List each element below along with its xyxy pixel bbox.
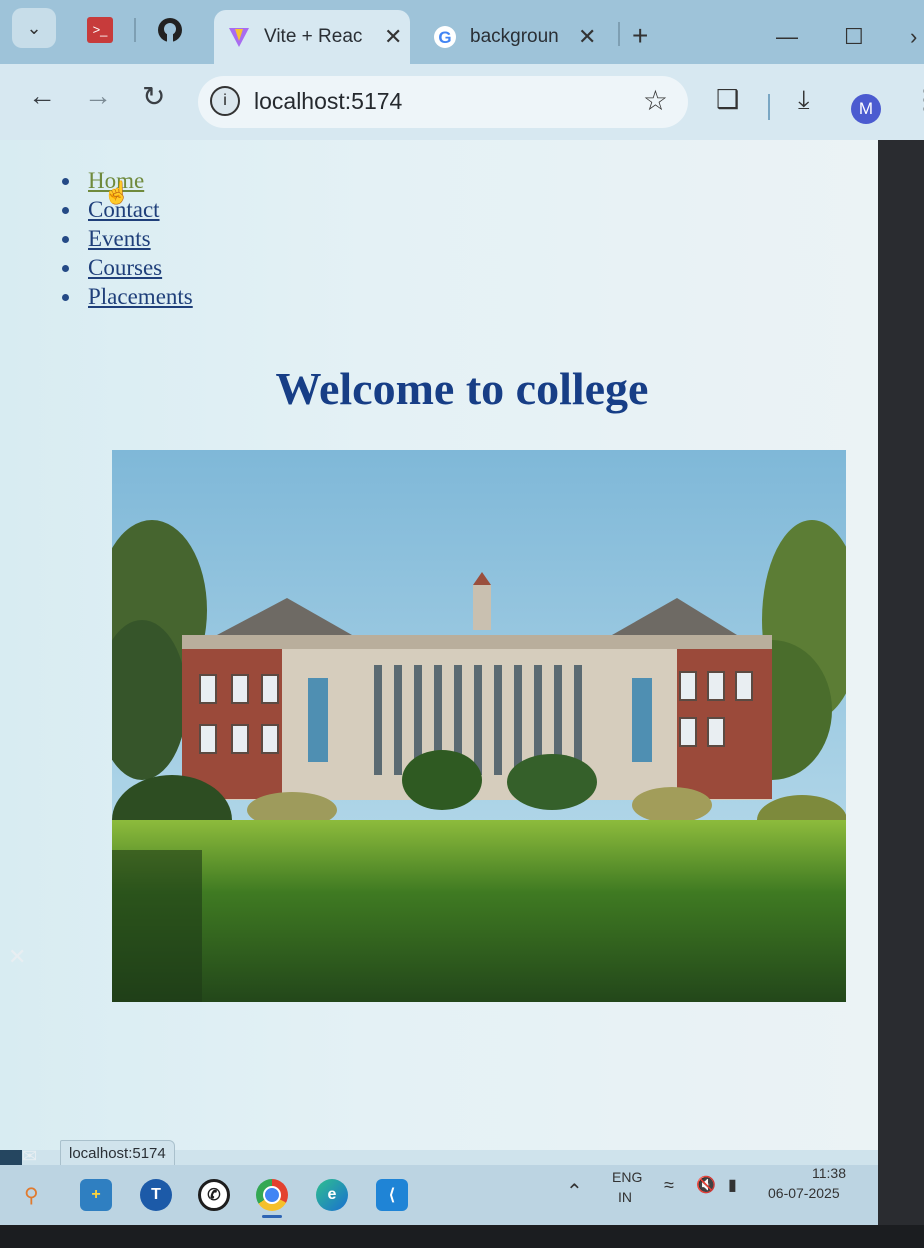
hand-cursor-icon: ☝: [103, 180, 131, 205]
wifi-icon[interactable]: ≈: [664, 1175, 674, 1196]
divider: [618, 22, 620, 46]
page-viewport: Home Contact Events Courses Placements ☝…: [0, 140, 924, 1150]
close-icon[interactable]: ✕: [384, 24, 402, 50]
battery-icon[interactable]: ▮: [728, 1175, 737, 1195]
profile-avatar[interactable]: M: [851, 94, 881, 124]
tab-strip: ⌄ >_ Vite + Reac ✕ G backgroun ✕ + — ☐ ›: [0, 0, 924, 64]
divider: [768, 94, 770, 120]
monitor-bezel-right: [878, 140, 924, 1240]
close-window-icon[interactable]: ›: [910, 24, 917, 50]
tab-vite-react[interactable]: Vite + Reac ✕: [214, 10, 410, 64]
menu-icon[interactable]: ⋮: [912, 84, 924, 115]
chevron-down-icon: ⌄: [26, 17, 42, 38]
github-icon: [158, 18, 182, 42]
nav-link-placements[interactable]: Placements: [88, 284, 193, 309]
vite-icon: [226, 24, 252, 50]
github-pinned-tab[interactable]: [150, 12, 190, 48]
forward-arrow-icon[interactable]: →: [84, 80, 112, 112]
new-tab-button[interactable]: +: [632, 20, 648, 52]
tab-title: Vite + Reac: [264, 26, 363, 47]
page-title: Welcome to college: [275, 363, 649, 414]
nav-item-courses: Courses: [60, 253, 193, 282]
screen: ⌄ >_ Vite + Reac ✕ G backgroun ✕ + — ☐ ›: [0, 0, 924, 1225]
monitor-bezel-bottom: [0, 1225, 924, 1248]
nav-item-placements: Placements: [60, 282, 193, 311]
chrome-icon[interactable]: [256, 1179, 288, 1211]
address-bar[interactable]: i localhost:5174 ☆: [198, 76, 688, 128]
address-url[interactable]: localhost:5174: [254, 88, 402, 115]
google-icon: G: [432, 24, 458, 50]
tab-title: backgroun: [470, 26, 559, 47]
close-icon[interactable]: ✕: [8, 944, 26, 970]
app-icon[interactable]: +: [80, 1179, 112, 1211]
maximize-icon[interactable]: ☐: [844, 24, 864, 50]
app-icon[interactable]: T: [140, 1179, 172, 1211]
clock-date[interactable]: 06-07-2025: [768, 1185, 840, 1201]
volume-muted-icon[interactable]: 🔇: [696, 1175, 716, 1195]
download-icon[interactable]: ⤓: [798, 84, 810, 116]
edge-icon[interactable]: e: [316, 1179, 348, 1211]
tab-search-button[interactable]: ⌄: [12, 8, 56, 48]
terminal-tab-group[interactable]: >_: [80, 12, 120, 48]
svg-text:G: G: [438, 28, 451, 47]
clock-time[interactable]: 11:38: [812, 1165, 846, 1181]
browser-toolbar: ← → ↻ i localhost:5174 ☆ ❑ ⤓ ⋮: [0, 64, 924, 140]
back-arrow-icon[interactable]: ←: [28, 80, 56, 112]
college-building-image: [112, 450, 846, 1002]
nav-link-courses[interactable]: Courses: [88, 255, 162, 280]
extensions-icon[interactable]: ❑: [716, 84, 739, 115]
tab-background[interactable]: G backgroun ✕: [420, 10, 620, 64]
star-icon[interactable]: ☆: [643, 84, 668, 117]
nav-item-events: Events: [60, 224, 193, 253]
notification-icon[interactable]: ✉: [22, 1146, 37, 1167]
chevron-up-icon[interactable]: ⌃: [566, 1179, 583, 1204]
terminal-icon: >_: [87, 17, 113, 43]
reload-icon[interactable]: ↻: [142, 80, 165, 113]
active-indicator: [262, 1215, 282, 1218]
language-indicator[interactable]: ENG: [612, 1169, 642, 1185]
taskbar: ⚲ + T ✆ e ⟨ ⌃ ENG IN ≈ 🔇 ▮ 11:38 06-07-2…: [0, 1165, 878, 1225]
info-icon[interactable]: i: [210, 86, 240, 116]
vscode-icon[interactable]: ⟨: [376, 1179, 408, 1211]
whatsapp-icon[interactable]: ✆: [198, 1179, 230, 1211]
region-indicator[interactable]: IN: [618, 1189, 632, 1205]
search-icon[interactable]: ⚲: [24, 1183, 39, 1208]
close-icon[interactable]: ✕: [578, 24, 596, 50]
divider: [134, 18, 136, 42]
minimize-icon[interactable]: —: [776, 24, 798, 50]
nav-link-events[interactable]: Events: [88, 226, 151, 251]
link-status-bubble: localhost:5174: [60, 1140, 175, 1167]
